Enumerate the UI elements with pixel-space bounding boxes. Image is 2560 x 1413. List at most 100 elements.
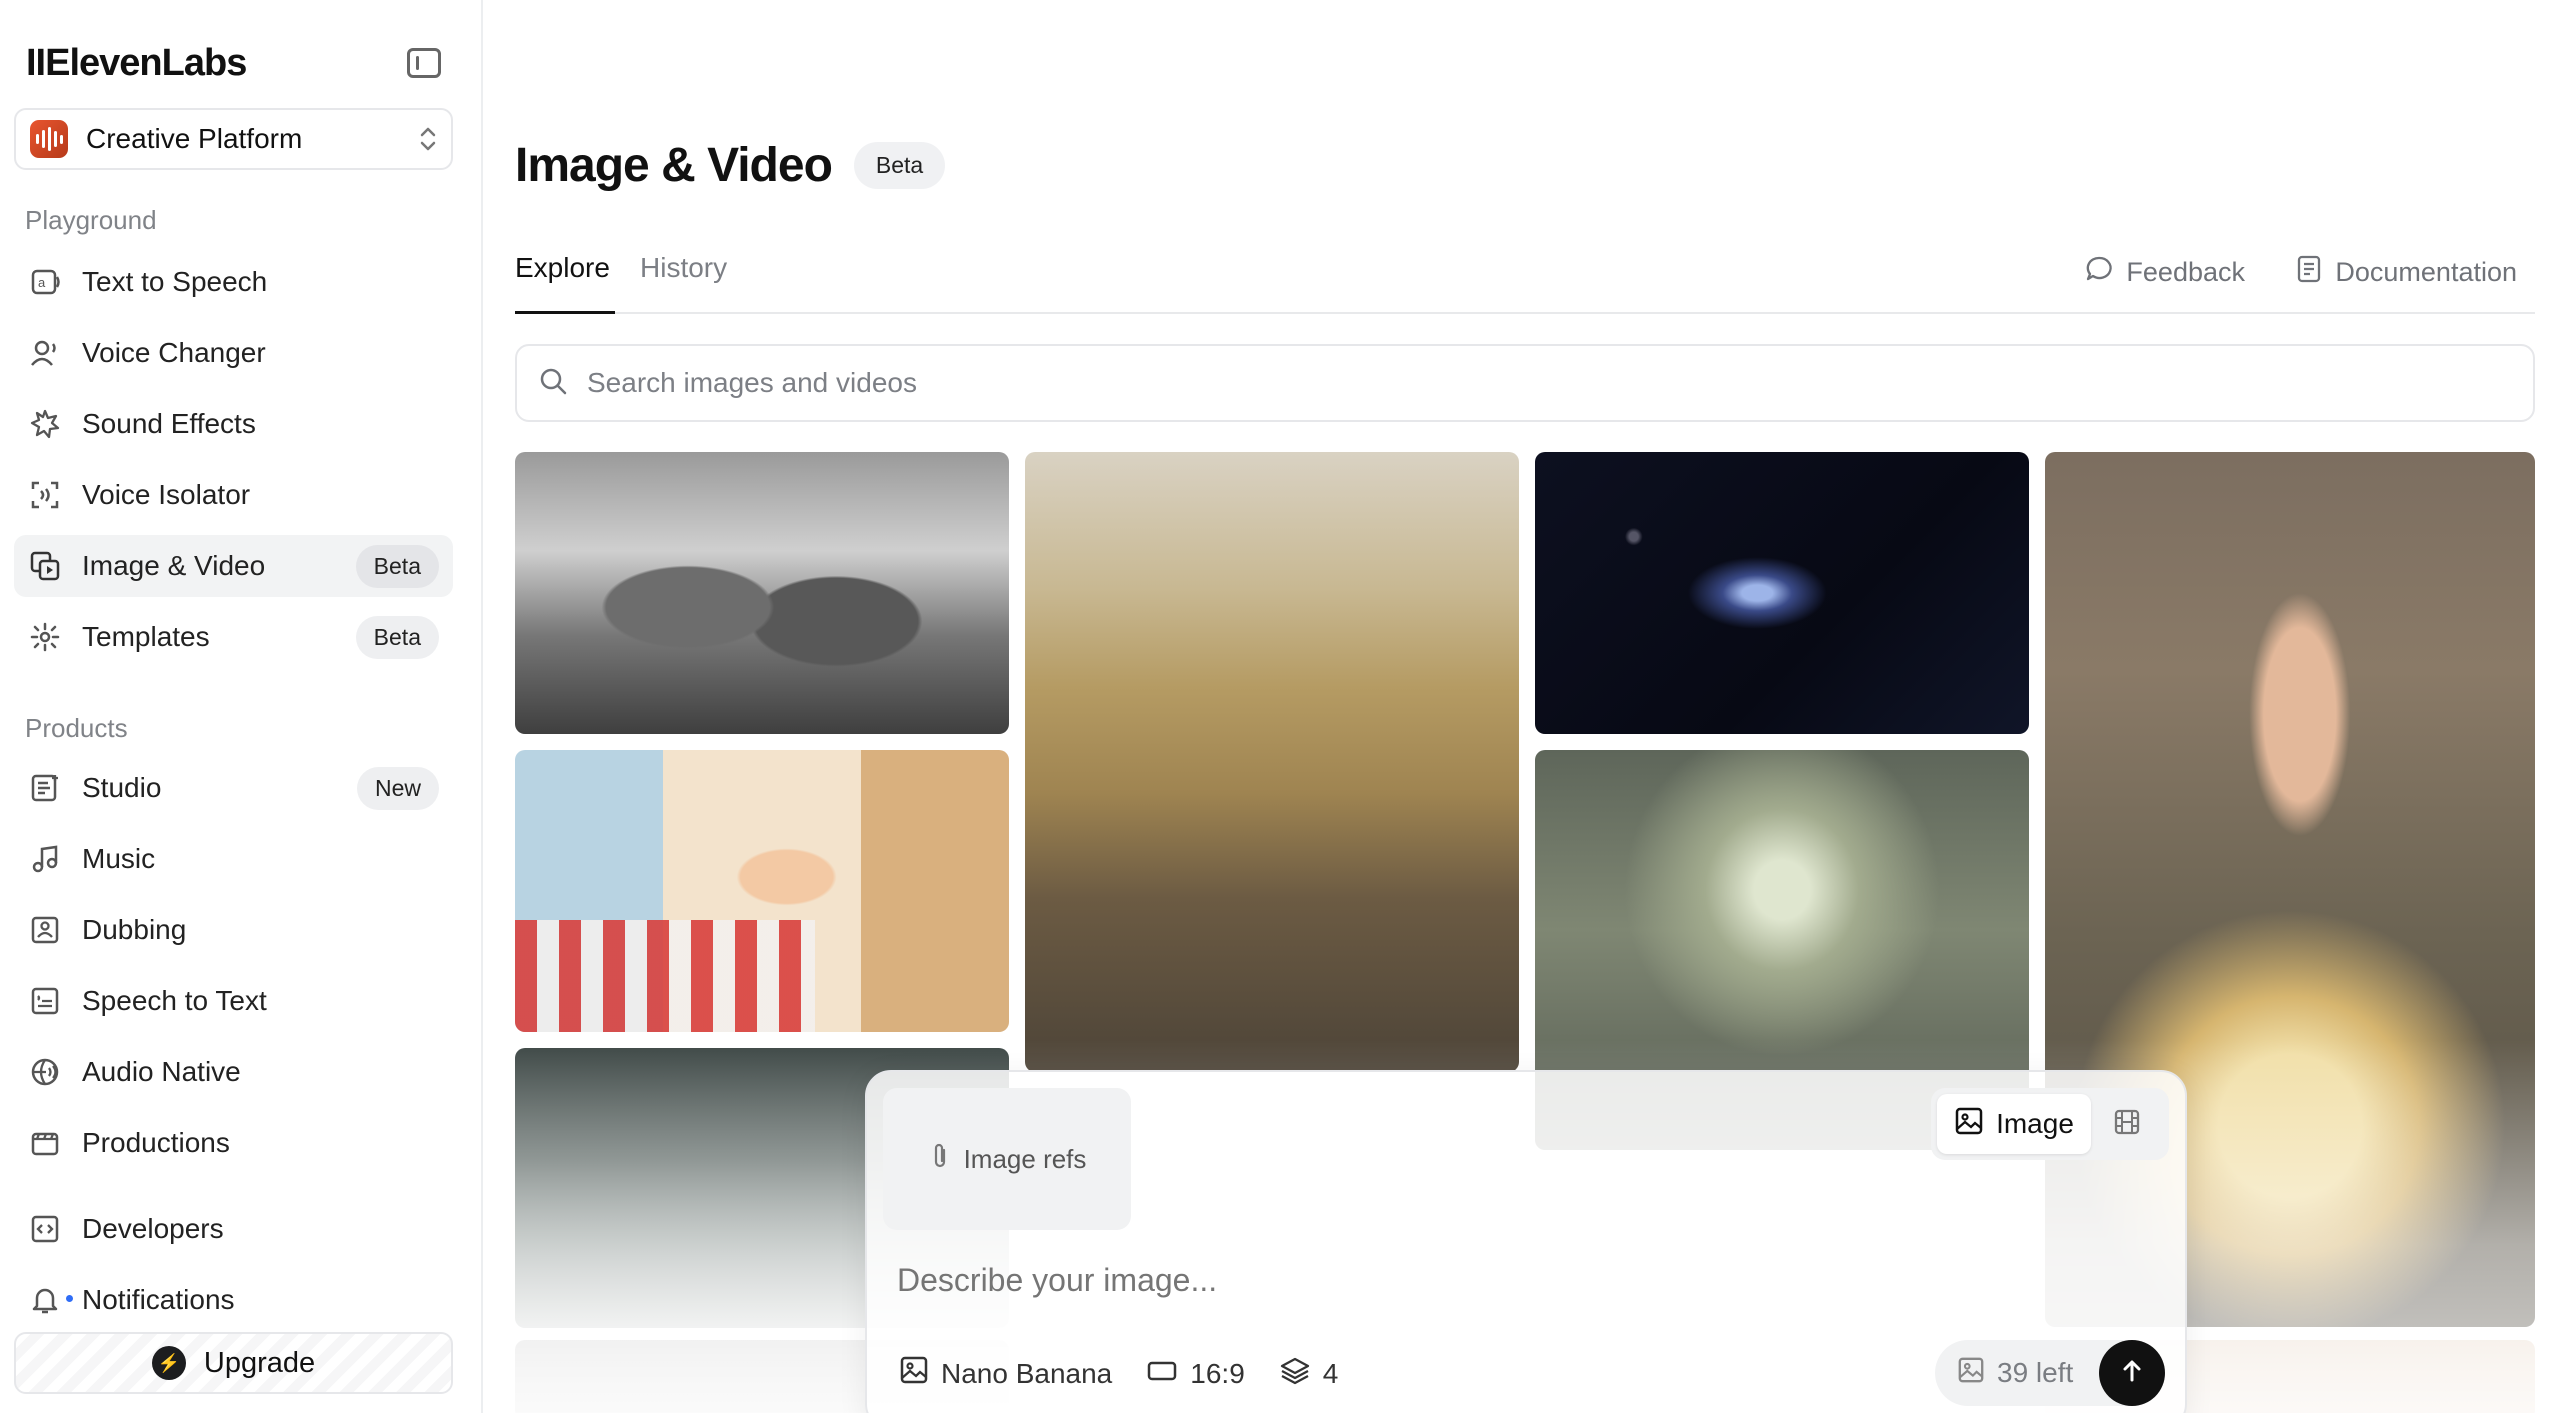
productions-icon <box>28 1126 62 1160</box>
sidebar-item-label: Developers <box>82 1213 224 1244</box>
sidebar-item-label: Speech to Text <box>82 985 267 1016</box>
tab-explore[interactable]: Explore <box>515 252 615 314</box>
aspect-ratio-label: 16:9 <box>1190 1357 1245 1389</box>
sidebar-item-voice-isolator[interactable]: Voice Isolator <box>14 464 453 526</box>
studio-icon <box>28 771 62 805</box>
section-label-products: Products <box>25 713 128 743</box>
sidebar-item-label: Image & Video <box>82 550 266 581</box>
sidebar-item-label: Productions <box>82 1127 230 1158</box>
send-button[interactable] <box>2099 1340 2165 1406</box>
image-refs-label: Image refs <box>963 1143 1087 1174</box>
bell-icon <box>28 1283 75 1317</box>
new-badge: New <box>356 766 439 810</box>
sidebar-item-sound-effects[interactable]: Sound Effects <box>14 393 453 455</box>
image-video-icon <box>28 549 62 583</box>
title-row: Image & Video Beta <box>515 138 946 193</box>
sidebar-item-speech-to-text[interactable]: Speech to Text <box>14 970 453 1032</box>
upgrade-label: Upgrade <box>203 1346 316 1379</box>
sidebar-item-label: Text to Speech <box>82 266 268 297</box>
person-voice-icon <box>28 336 62 370</box>
gallery-image-galaxies[interactable] <box>1535 452 2029 734</box>
templates-icon <box>28 620 62 654</box>
search-icon <box>537 365 569 402</box>
arrow-up-icon <box>2118 1357 2146 1390</box>
sidebar-item-notifications[interactable]: Notifications <box>14 1269 453 1331</box>
workspace-icon <box>30 120 68 158</box>
page-title: Image & Video <box>515 139 833 192</box>
tab-bar: Explore History Feedback Documentation <box>515 252 2535 314</box>
count-label: 4 <box>1322 1357 1339 1389</box>
image-icon <box>1954 1106 1984 1143</box>
burst-icon <box>28 407 62 441</box>
tab-history[interactable]: History <box>640 252 727 314</box>
mode-toggle: Image <box>1931 1088 2169 1160</box>
sidebar-item-label: Voice Changer <box>82 337 266 368</box>
upgrade-button[interactable]: ⚡ Upgrade <box>14 1332 453 1394</box>
logo[interactable]: IIElevenLabs <box>26 42 247 85</box>
aspect-ratio-selector[interactable]: 16:9 <box>1146 1358 1245 1390</box>
sidebar-item-text-to-speech[interactable]: a Text to Speech <box>14 251 453 313</box>
gallery-image-vintage-couple[interactable] <box>515 452 1009 734</box>
mode-image-button[interactable]: Image <box>1937 1094 2091 1154</box>
section-label-playground: Playground <box>25 205 157 235</box>
music-note-icon <box>28 842 62 876</box>
document-icon <box>2295 254 2323 291</box>
gallery-image-battlefield[interactable] <box>1025 452 1519 1072</box>
mode-video-button[interactable] <box>2091 1107 2163 1142</box>
sidebar-item-developers[interactable]: Developers <box>14 1198 453 1260</box>
beta-badge: Beta <box>355 615 439 659</box>
sidebar-item-templates[interactable]: Templates Beta <box>14 606 453 668</box>
lightning-icon: ⚡ <box>151 1346 186 1380</box>
text-speech-icon: a <box>28 265 62 299</box>
sidebar-item-productions[interactable]: Productions <box>14 1112 453 1174</box>
prompt-composer: Image refs Image Nano Banana 16:9 <box>865 1070 2187 1413</box>
sidebar-item-audio-native[interactable]: Audio Native <box>14 1041 453 1103</box>
paperclip-icon <box>928 1141 952 1178</box>
image-refs-button[interactable]: Image refs <box>883 1088 1131 1230</box>
chat-bubble-icon <box>2084 254 2114 291</box>
count-selector[interactable]: 4 <box>1279 1355 1339 1392</box>
chevron-updown-icon <box>419 125 437 153</box>
code-icon <box>28 1212 62 1246</box>
layers-icon <box>1279 1355 1311 1392</box>
sidebar-item-label: Studio <box>82 772 162 803</box>
checkered-tablecloth <box>515 920 815 1032</box>
sidebar-item-dubbing[interactable]: Dubbing <box>14 899 453 961</box>
search-bar[interactable]: Search images and videos <box>515 344 2535 422</box>
sidebar-item-label: Templates <box>82 621 210 652</box>
image-icon <box>899 1355 929 1392</box>
sidebar-collapse-icon[interactable] <box>407 48 441 78</box>
prompt-input[interactable] <box>897 1262 1897 1299</box>
model-label: Nano Banana <box>941 1357 1113 1389</box>
sidebar-item-music[interactable]: Music <box>14 828 453 890</box>
mode-image-label: Image <box>1996 1108 2074 1139</box>
film-icon <box>2112 1107 2142 1142</box>
app-window: IIElevenLabs Creative Platform Playgroun… <box>0 0 2560 1413</box>
image-icon <box>1957 1356 1985 1391</box>
sidebar-item-label: Dubbing <box>82 914 187 945</box>
speech-text-icon <box>28 984 62 1018</box>
feedback-label: Feedback <box>2126 257 2245 287</box>
aspect-ratio-icon <box>1146 1358 1178 1390</box>
documentation-link[interactable]: Documentation <box>2295 254 2517 291</box>
logo-row: IIElevenLabs <box>26 38 441 88</box>
dubbing-icon <box>28 913 62 947</box>
model-selector[interactable]: Nano Banana <box>899 1355 1112 1392</box>
documentation-label: Documentation <box>2335 257 2517 287</box>
sidebar-item-label: Voice Isolator <box>82 479 251 510</box>
sidebar-item-label: Music <box>82 843 156 874</box>
sidebar-item-studio[interactable]: Studio New <box>14 757 453 819</box>
workspace-label: Creative Platform <box>86 123 303 154</box>
workspace-selector[interactable]: Creative Platform <box>14 108 453 170</box>
notification-dot <box>64 1293 75 1304</box>
sidebar-item-image-video[interactable]: Image & Video Beta <box>14 535 453 597</box>
search-input[interactable]: Search images and videos <box>587 367 917 399</box>
svg-text:a: a <box>38 275 46 290</box>
beta-badge: Beta <box>853 142 946 189</box>
feedback-link[interactable]: Feedback <box>2084 254 2245 291</box>
credits-label: 39 left <box>1997 1357 2074 1388</box>
gallery-image-cartoon-kid-banana[interactable] <box>515 750 1009 1032</box>
sidebar: IIElevenLabs Creative Platform Playgroun… <box>0 0 483 1413</box>
sidebar-item-label: Sound Effects <box>82 408 256 439</box>
sidebar-item-voice-changer[interactable]: Voice Changer <box>14 322 453 384</box>
